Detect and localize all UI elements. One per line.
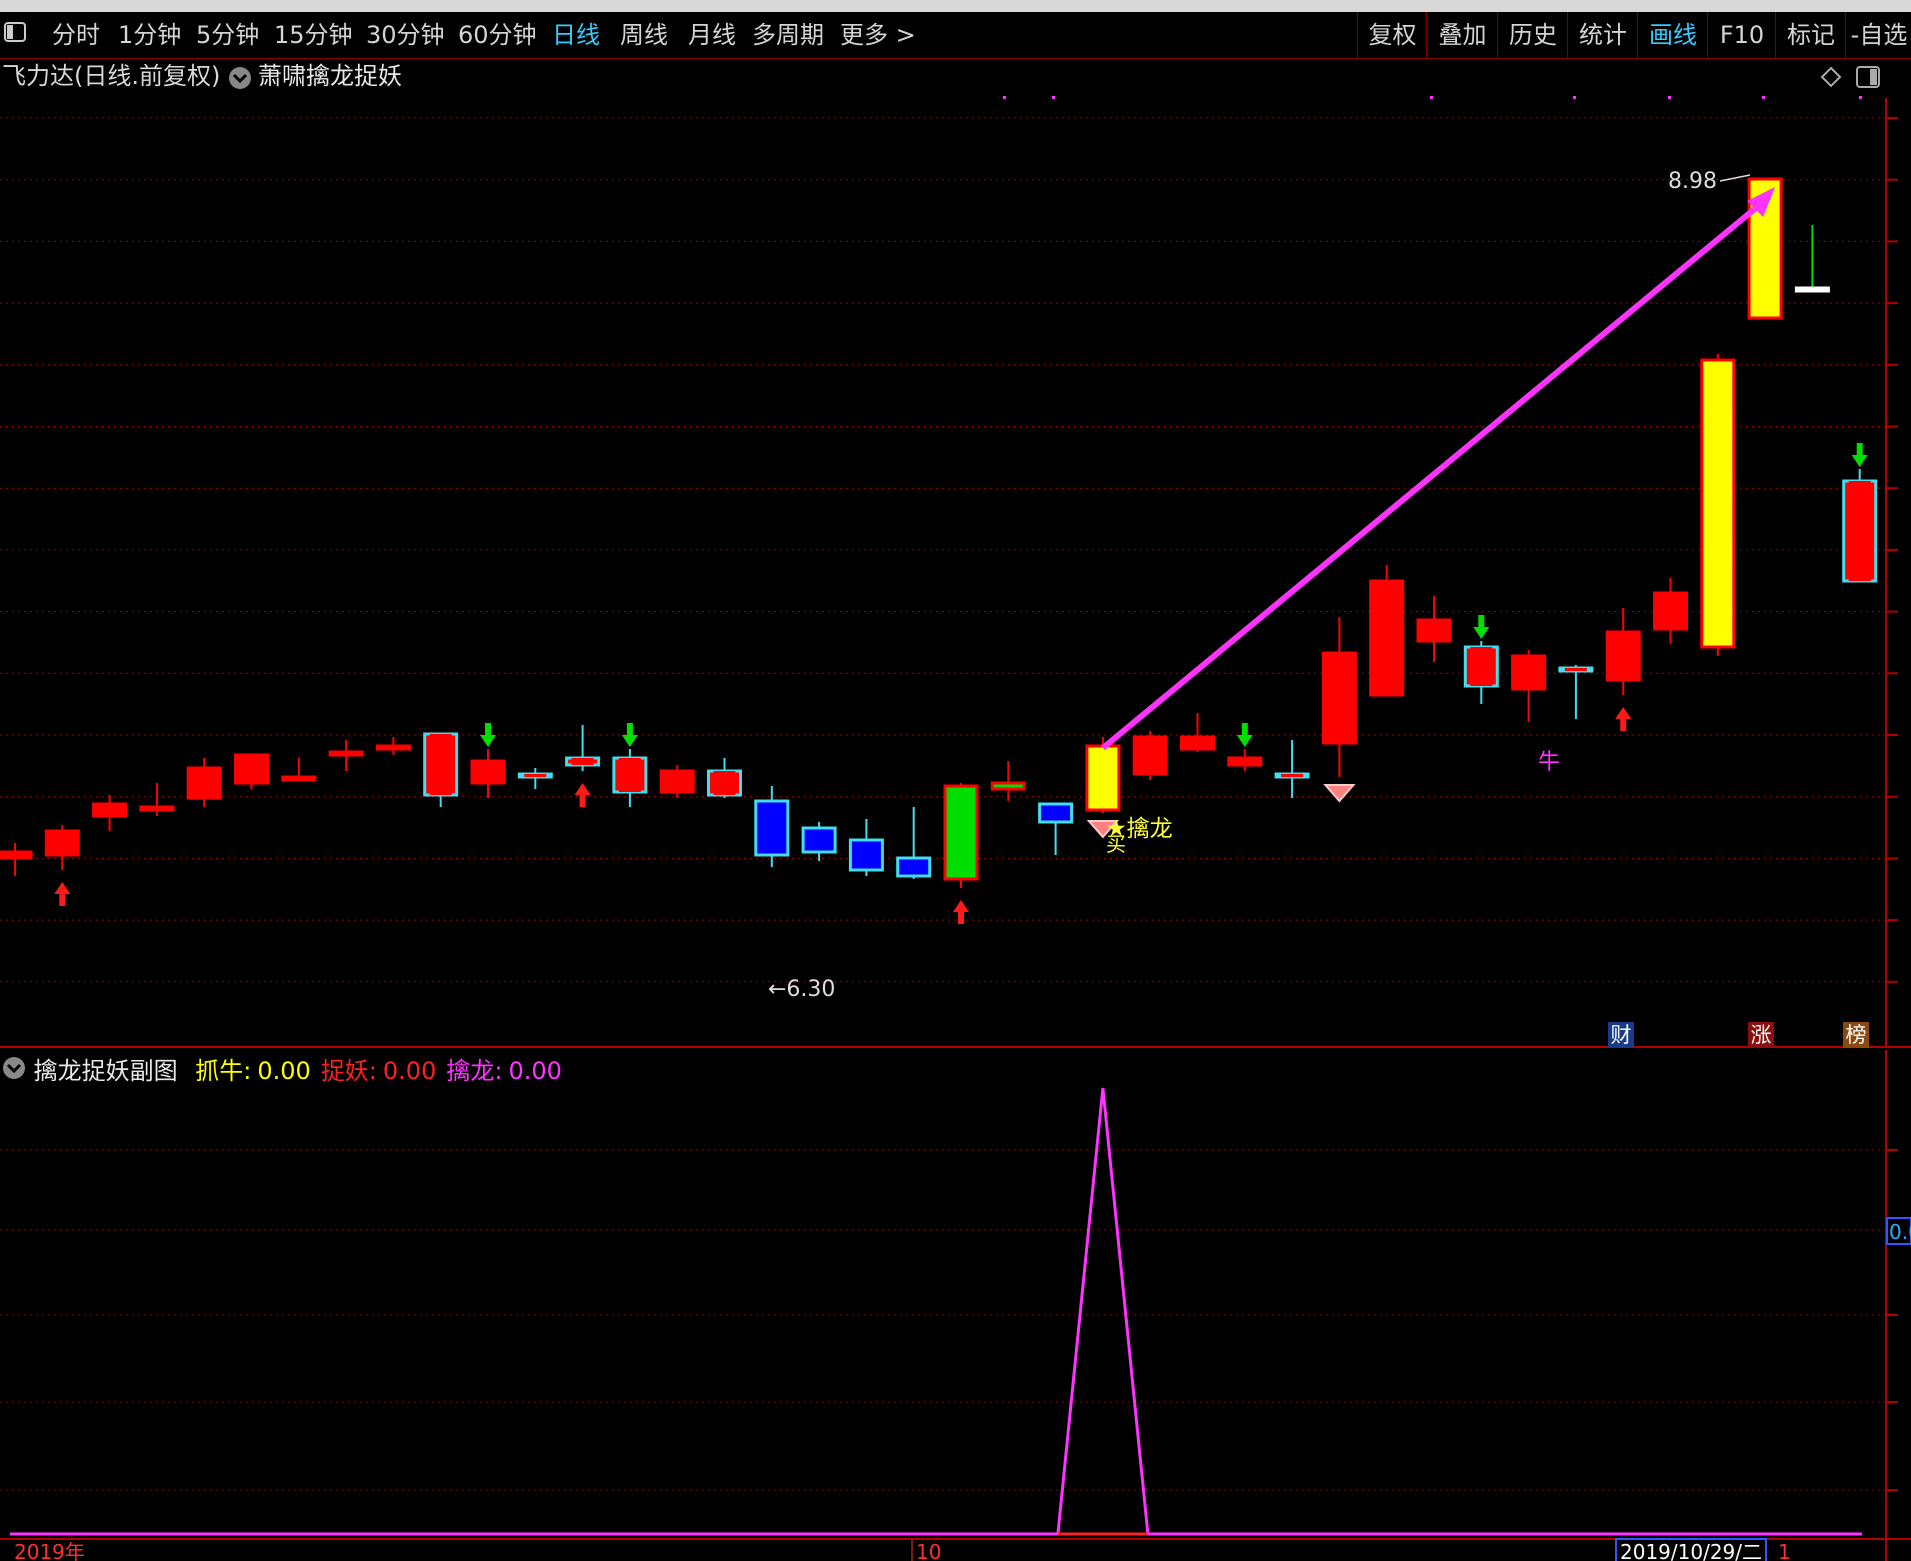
badge-finance[interactable]: 财 [1608,1022,1634,1048]
tool-button-4[interactable]: 画线 [1637,12,1708,58]
buy-arrow-icon [1615,707,1632,731]
candle-body [943,784,979,881]
candlestick-chart: 8.98←6.30★擒龙买牛 [0,96,1911,1048]
tool-button-2[interactable]: 历史 [1497,12,1568,58]
candle-body-core [1470,647,1493,686]
period-tab-7[interactable]: 周线 [620,18,668,52]
period-toolbar: 分时 1分钟 5分钟 15分钟 30分钟 60分钟 日线 周线 月线 多周期 更多 > 复权 叠加 历史统… [0,12,1911,59]
sub-axis-value: 0.0 [1889,1220,1911,1244]
candle-body [1369,579,1405,697]
top-marker [1430,96,1433,99]
candle-body [1511,654,1547,691]
candle-body [1038,802,1074,824]
period-tab-5[interactable]: 60分钟 [458,18,537,52]
candle-body-core [429,734,452,795]
sell-arrow-icon [621,723,638,747]
candle-body [234,753,269,785]
candle-body-core [713,771,736,795]
candle-body [281,775,317,782]
low-price-label: ←6.30 [768,977,835,1002]
candle-body [375,744,411,751]
tool-button-0[interactable]: 复权 [1357,12,1427,58]
candle-body [186,766,222,800]
candle-body [754,799,790,857]
period-tab-10[interactable]: 更多 > [840,18,916,52]
top-marker [1668,96,1671,99]
top-marker [1573,96,1576,99]
candle-body-core [1564,668,1587,671]
tool-button-1[interactable]: 叠加 [1426,12,1498,58]
sell-arrow-icon [1473,615,1490,639]
diamond-icon [1323,784,1356,803]
axis-month-label: 10 [916,1540,941,1561]
period-tab-2[interactable]: 5分钟 [196,18,259,52]
top-marker [1003,96,1006,99]
badge-limit-up[interactable]: 涨 [1748,1022,1774,1048]
candle-body-core [524,774,547,777]
signal-buy-label: 买 [1106,832,1126,856]
candle-body [328,750,364,757]
axis-year-label: 2019年 [14,1540,85,1561]
candle-body [1605,630,1641,682]
window-title-strip [0,0,1911,12]
candle-body [990,781,1026,791]
period-tab-6[interactable]: 日线 [552,18,600,52]
candle-body [1653,591,1688,631]
candle-body [1794,286,1830,293]
candle-body [1085,744,1121,812]
candle-body-core [618,758,641,792]
tool-button-7[interactable]: -自选 [1845,12,1911,58]
buy-arrow-icon [574,783,591,807]
candle-body [1227,756,1263,767]
sub-indicator-chart: 0.0 2019年 10 2019/10/29/二 1 [0,1050,1911,1561]
candle-body-core [1848,481,1871,581]
candle-body [92,802,128,818]
sell-arrow-icon [1236,723,1253,747]
bull-marker-label: 牛 [1538,750,1560,775]
candle-body [139,805,175,812]
candle-body [1321,651,1357,745]
period-tab-8[interactable]: 月线 [688,18,736,52]
candle-body [848,838,884,872]
top-marker [1762,96,1765,99]
candle-body [896,856,932,878]
qinlong-indicator-line [10,1087,1862,1536]
period-tab-0[interactable]: 分时 [52,18,100,52]
candle-body [1180,735,1215,751]
top-marker [1052,96,1055,99]
axis-extra-label: 1 [1778,1540,1791,1561]
candle-body [470,759,506,785]
axis-date-label: 2019/10/29/二 [1620,1540,1762,1561]
tool-button-3[interactable]: 统计 [1567,12,1638,58]
period-tab-3[interactable]: 15分钟 [274,18,353,52]
period-tab-4[interactable]: 30分钟 [366,18,445,52]
sell-arrow-icon [480,723,496,747]
tool-button-5[interactable]: F10 [1707,12,1776,58]
candle-body [44,829,80,857]
period-tab-9[interactable]: 多周期 [752,18,824,52]
panel-toggle-icon[interactable] [4,18,26,52]
tool-button-6[interactable]: 标记 [1775,12,1846,58]
candle-body [659,769,695,794]
buy-arrow-icon [54,882,71,906]
candle-body [1132,735,1168,776]
candle-body [1416,618,1452,643]
trend-arrow-line [1100,194,1772,751]
sell-arrow-icon [1851,443,1868,467]
period-tab-1[interactable]: 1分钟 [118,18,181,52]
candle-body [0,850,33,860]
candle-body [1700,358,1736,649]
candle-body-core [571,758,594,765]
high-price-label: 8.98 [1668,169,1717,194]
top-marker [1859,96,1862,99]
badge-ranking[interactable]: 榜 [1843,1022,1869,1048]
candle-body-core [1281,774,1304,777]
candle-body [801,826,837,854]
